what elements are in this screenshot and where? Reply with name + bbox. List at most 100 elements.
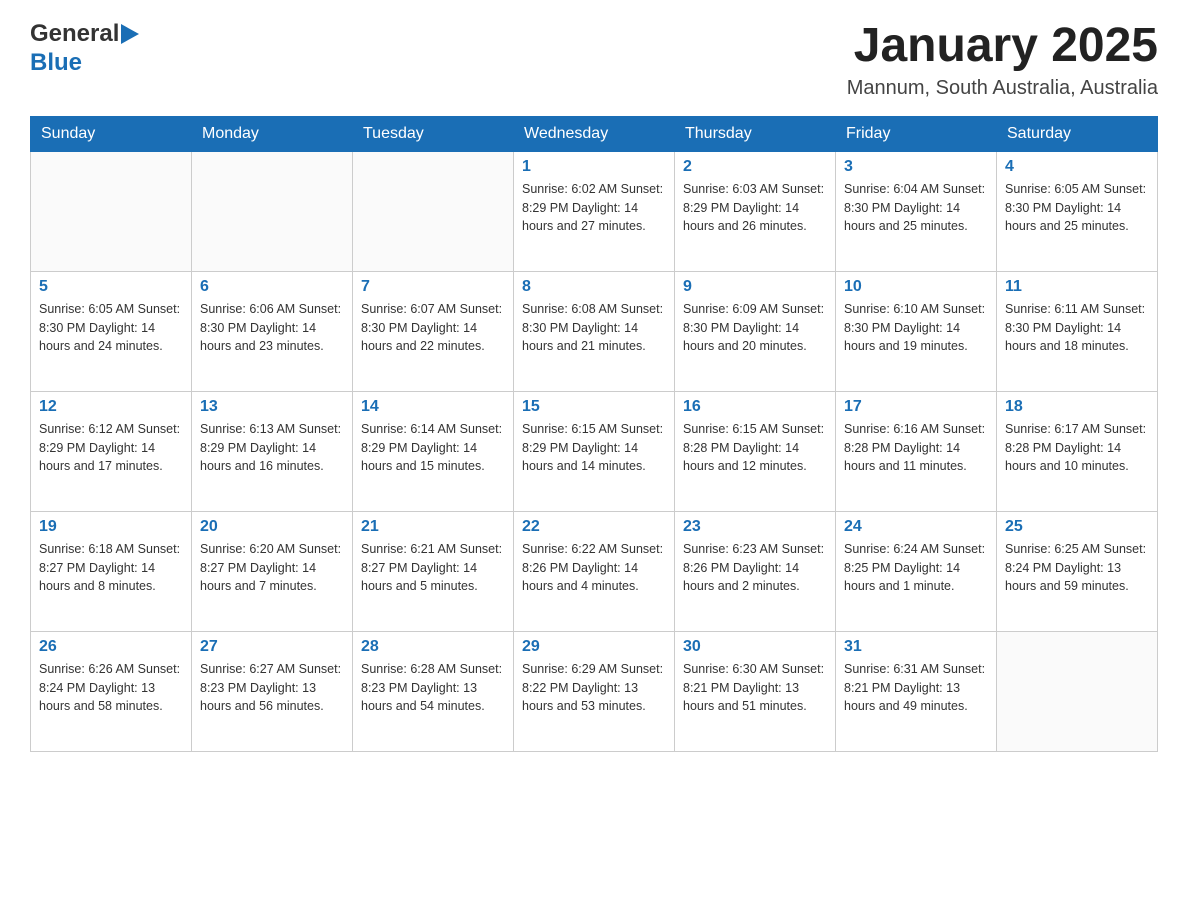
day-number: 22 <box>522 518 666 536</box>
location-subtitle: Mannum, South Australia, Australia <box>847 77 1158 100</box>
day-info: Sunrise: 6:16 AM Sunset: 8:28 PM Dayligh… <box>844 420 988 476</box>
day-info: Sunrise: 6:17 AM Sunset: 8:28 PM Dayligh… <box>1005 420 1149 476</box>
column-header-sunday: Sunday <box>31 116 192 151</box>
day-info: Sunrise: 6:24 AM Sunset: 8:25 PM Dayligh… <box>844 540 988 596</box>
day-number: 9 <box>683 278 827 296</box>
day-number: 20 <box>200 518 344 536</box>
logo-general-text: General <box>30 20 119 49</box>
calendar-cell: 4 Sunrise: 6:05 AM Sunset: 8:30 PM Daylig… <box>997 151 1158 271</box>
day-number: 16 <box>683 398 827 416</box>
calendar-cell: 13 Sunrise: 6:13 AM Sunset: 8:29 PM Dayli… <box>192 391 353 511</box>
day-number: 5 <box>39 278 183 296</box>
day-number: 18 <box>1005 398 1149 416</box>
day-info: Sunrise: 6:29 AM Sunset: 8:22 PM Dayligh… <box>522 660 666 716</box>
calendar-cell <box>31 151 192 271</box>
calendar-cell <box>192 151 353 271</box>
day-number: 10 <box>844 278 988 296</box>
day-number: 29 <box>522 638 666 656</box>
calendar-cell: 14 Sunrise: 6:14 AM Sunset: 8:29 PM Dayli… <box>353 391 514 511</box>
day-number: 21 <box>361 518 505 536</box>
day-number: 19 <box>39 518 183 536</box>
day-info: Sunrise: 6:31 AM Sunset: 8:21 PM Dayligh… <box>844 660 988 716</box>
calendar-week-row: 12 Sunrise: 6:12 AM Sunset: 8:29 PM Dayli… <box>31 391 1158 511</box>
day-number: 12 <box>39 398 183 416</box>
calendar-cell: 7Sunrise: 6:07 AM Sunset: 8:30 PM Daylig… <box>353 271 514 391</box>
calendar-cell: 15 Sunrise: 6:15 AM Sunset: 8:29 PM Dayli… <box>514 391 675 511</box>
calendar-cell: 30 Sunrise: 6:30 AM Sunset: 8:21 PM Dayli… <box>675 631 836 751</box>
title-block: January 2025 Mannum, South Australia, Au… <box>847 20 1158 100</box>
column-header-thursday: Thursday <box>675 116 836 151</box>
day-info: Sunrise: 6:25 AM Sunset: 8:24 PM Dayligh… <box>1005 540 1149 596</box>
day-info: Sunrise: 6:10 AM Sunset: 8:30 PM Dayligh… <box>844 300 988 356</box>
column-header-wednesday: Wednesday <box>514 116 675 151</box>
day-info: Sunrise: 6:14 AM Sunset: 8:29 PM Dayligh… <box>361 420 505 476</box>
day-number: 13 <box>200 398 344 416</box>
calendar-cell: 3Sunrise: 6:04 AM Sunset: 8:30 PM Daylig… <box>836 151 997 271</box>
day-number: 4 <box>1005 158 1149 176</box>
day-number: 1 <box>522 158 666 176</box>
column-header-saturday: Saturday <box>997 116 1158 151</box>
day-info: Sunrise: 6:05 AM Sunset: 8:30 PM Dayligh… <box>1005 180 1149 236</box>
calendar-cell: 22Sunrise: 6:22 AM Sunset: 8:26 PM Dayli… <box>514 511 675 631</box>
calendar-cell: 24 Sunrise: 6:24 AM Sunset: 8:25 PM Dayli… <box>836 511 997 631</box>
calendar-cell: 27Sunrise: 6:27 AM Sunset: 8:23 PM Dayli… <box>192 631 353 751</box>
calendar-cell: 20 Sunrise: 6:20 AM Sunset: 8:27 PM Dayli… <box>192 511 353 631</box>
day-info: Sunrise: 6:03 AM Sunset: 8:29 PM Dayligh… <box>683 180 827 236</box>
column-header-friday: Friday <box>836 116 997 151</box>
calendar-cell: 26 Sunrise: 6:26 AM Sunset: 8:24 PM Dayli… <box>31 631 192 751</box>
calendar-cell <box>353 151 514 271</box>
day-info: Sunrise: 6:11 AM Sunset: 8:30 PM Dayligh… <box>1005 300 1149 356</box>
calendar-cell: 28Sunrise: 6:28 AM Sunset: 8:23 PM Dayli… <box>353 631 514 751</box>
day-info: Sunrise: 6:08 AM Sunset: 8:30 PM Dayligh… <box>522 300 666 356</box>
calendar-week-row: 19 Sunrise: 6:18 AM Sunset: 8:27 PM Dayli… <box>31 511 1158 631</box>
day-number: 28 <box>361 638 505 656</box>
calendar-cell <box>997 631 1158 751</box>
calendar-week-row: 1 Sunrise: 6:02 AM Sunset: 8:29 PM Daylig… <box>31 151 1158 271</box>
day-number: 30 <box>683 638 827 656</box>
calendar-cell: 2 Sunrise: 6:03 AM Sunset: 8:29 PM Daylig… <box>675 151 836 271</box>
day-number: 2 <box>683 158 827 176</box>
calendar-week-row: 26 Sunrise: 6:26 AM Sunset: 8:24 PM Dayli… <box>31 631 1158 751</box>
calendar-cell: 9 Sunrise: 6:09 AM Sunset: 8:30 PM Daylig… <box>675 271 836 391</box>
day-info: Sunrise: 6:18 AM Sunset: 8:27 PM Dayligh… <box>39 540 183 596</box>
day-info: Sunrise: 6:23 AM Sunset: 8:26 PM Dayligh… <box>683 540 827 596</box>
day-info: Sunrise: 6:30 AM Sunset: 8:21 PM Dayligh… <box>683 660 827 716</box>
calendar-cell: 16Sunrise: 6:15 AM Sunset: 8:28 PM Dayli… <box>675 391 836 511</box>
day-info: Sunrise: 6:12 AM Sunset: 8:29 PM Dayligh… <box>39 420 183 476</box>
day-info: Sunrise: 6:09 AM Sunset: 8:30 PM Dayligh… <box>683 300 827 356</box>
day-info: Sunrise: 6:26 AM Sunset: 8:24 PM Dayligh… <box>39 660 183 716</box>
day-number: 23 <box>683 518 827 536</box>
day-number: 15 <box>522 398 666 416</box>
calendar-cell: 5Sunrise: 6:05 AM Sunset: 8:30 PM Daylig… <box>31 271 192 391</box>
column-header-monday: Monday <box>192 116 353 151</box>
day-number: 25 <box>1005 518 1149 536</box>
day-info: Sunrise: 6:21 AM Sunset: 8:27 PM Dayligh… <box>361 540 505 596</box>
day-info: Sunrise: 6:13 AM Sunset: 8:29 PM Dayligh… <box>200 420 344 476</box>
calendar-cell: 31Sunrise: 6:31 AM Sunset: 8:21 PM Dayli… <box>836 631 997 751</box>
day-number: 6 <box>200 278 344 296</box>
calendar-cell: 12 Sunrise: 6:12 AM Sunset: 8:29 PM Dayli… <box>31 391 192 511</box>
day-number: 14 <box>361 398 505 416</box>
day-info: Sunrise: 6:20 AM Sunset: 8:27 PM Dayligh… <box>200 540 344 596</box>
calendar-cell: 10 Sunrise: 6:10 AM Sunset: 8:30 PM Dayli… <box>836 271 997 391</box>
day-info: Sunrise: 6:06 AM Sunset: 8:30 PM Dayligh… <box>200 300 344 356</box>
calendar-cell: 8 Sunrise: 6:08 AM Sunset: 8:30 PM Daylig… <box>514 271 675 391</box>
logo: General Blue <box>30 20 139 78</box>
day-number: 26 <box>39 638 183 656</box>
calendar-cell: 29 Sunrise: 6:29 AM Sunset: 8:22 PM Dayli… <box>514 631 675 751</box>
calendar-cell: 21 Sunrise: 6:21 AM Sunset: 8:27 PM Dayli… <box>353 511 514 631</box>
day-number: 27 <box>200 638 344 656</box>
day-number: 24 <box>844 518 988 536</box>
day-info: Sunrise: 6:15 AM Sunset: 8:29 PM Dayligh… <box>522 420 666 476</box>
day-number: 11 <box>1005 278 1149 296</box>
column-header-tuesday: Tuesday <box>353 116 514 151</box>
day-info: Sunrise: 6:04 AM Sunset: 8:30 PM Dayligh… <box>844 180 988 236</box>
day-number: 8 <box>522 278 666 296</box>
calendar-cell: 19 Sunrise: 6:18 AM Sunset: 8:27 PM Dayli… <box>31 511 192 631</box>
calendar-cell: 1 Sunrise: 6:02 AM Sunset: 8:29 PM Daylig… <box>514 151 675 271</box>
page-header: General Blue January 2025 Mannum, South … <box>30 20 1158 100</box>
calendar-table: SundayMondayTuesdayWednesdayThursdayFrid… <box>30 116 1158 752</box>
day-info: Sunrise: 6:02 AM Sunset: 8:29 PM Dayligh… <box>522 180 666 236</box>
logo-triangle-icon <box>121 24 139 44</box>
calendar-week-row: 5Sunrise: 6:05 AM Sunset: 8:30 PM Daylig… <box>31 271 1158 391</box>
